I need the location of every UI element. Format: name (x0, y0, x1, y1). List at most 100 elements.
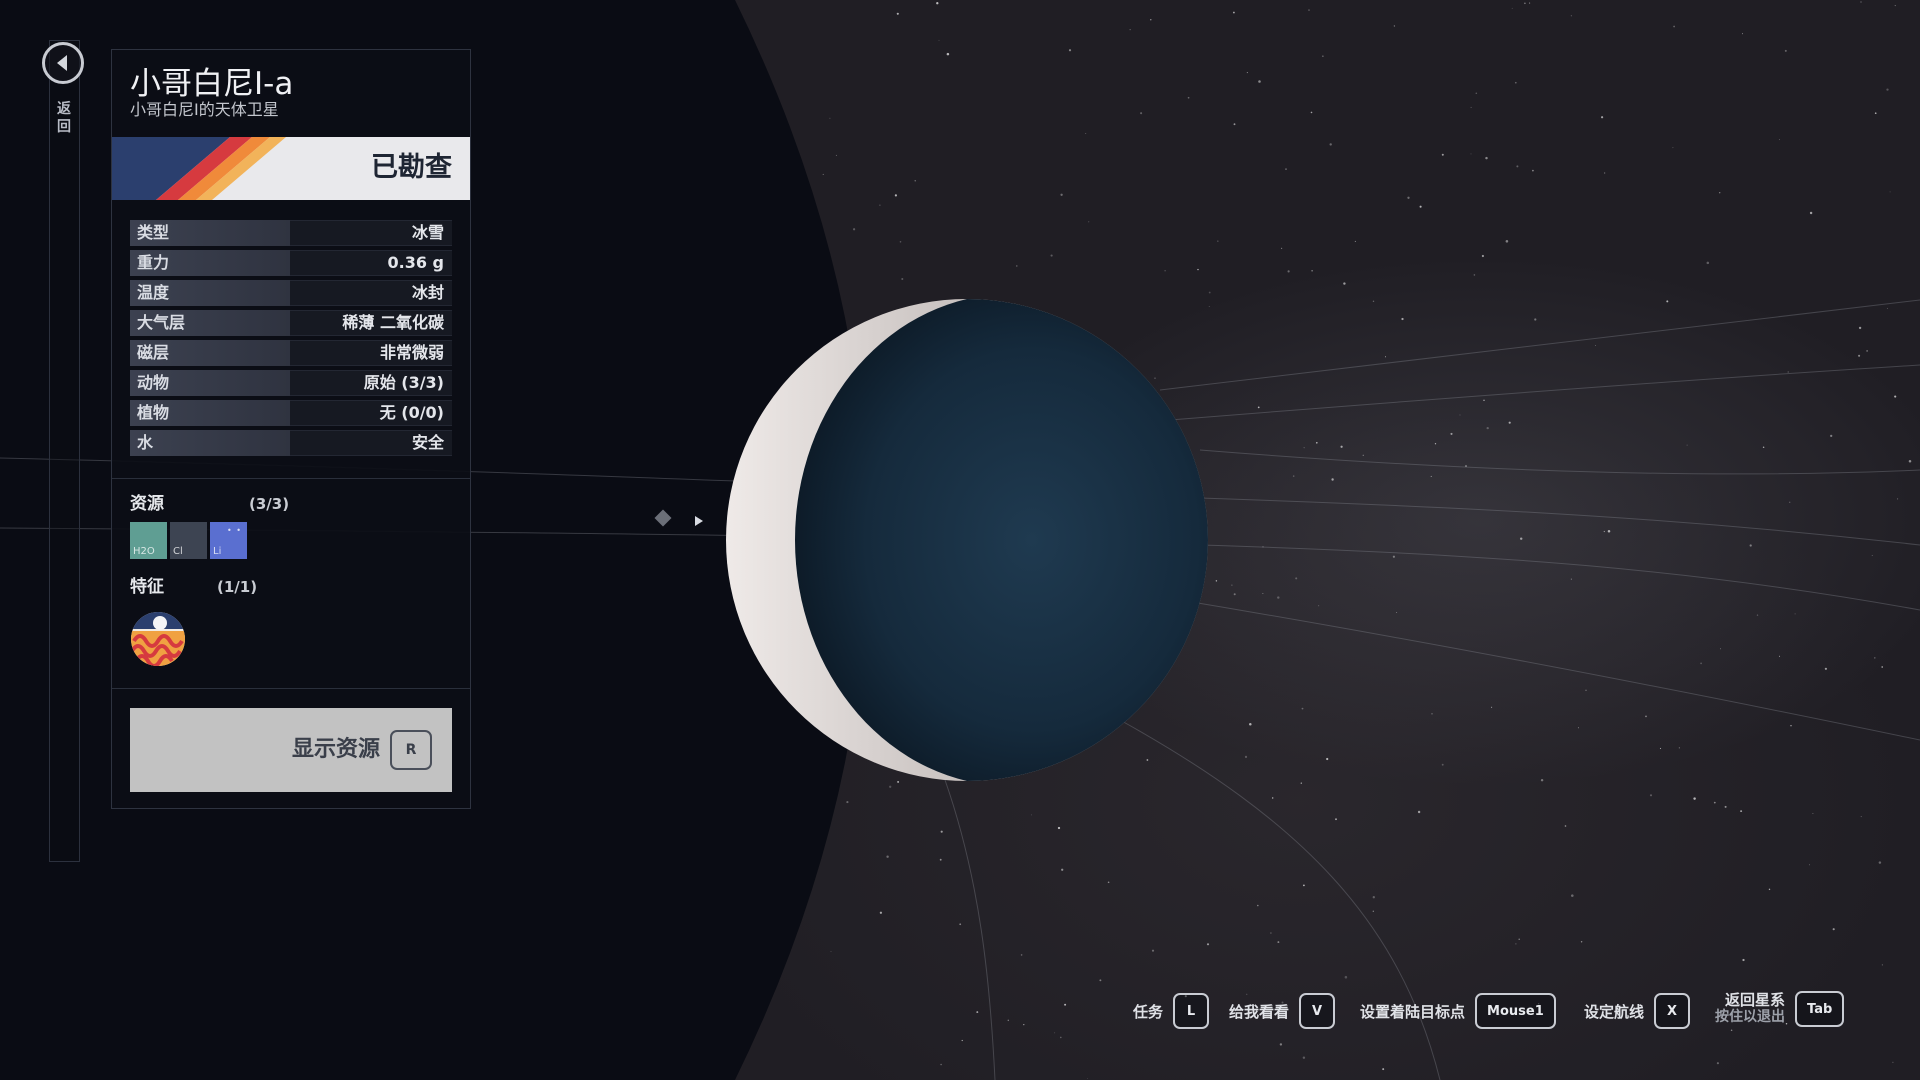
star (1244, 755, 1248, 758)
star (1459, 414, 1461, 416)
stat-row-gravity: 重力 0.36 g (130, 250, 452, 276)
star (1889, 191, 1891, 193)
stat-label: 植物 (130, 400, 290, 426)
back-label: 返回 (57, 101, 71, 135)
star (1258, 80, 1261, 83)
stat-value: 稀薄 二氧化碳 (290, 310, 452, 336)
star (1505, 240, 1509, 243)
star (1287, 270, 1290, 273)
star (1302, 884, 1305, 887)
star (1742, 33, 1744, 35)
star (1594, 345, 1596, 346)
star (1233, 123, 1236, 126)
hint-label: 任务 (1133, 1002, 1164, 1021)
star (1686, 444, 1688, 446)
star (1719, 648, 1721, 650)
hint-show-me[interactable]: 给我看看 V (1229, 993, 1336, 1029)
stat-value: 冰封 (290, 280, 452, 306)
star (1470, 153, 1472, 155)
star (1335, 818, 1337, 821)
star (835, 154, 837, 156)
resource-tile-h2o[interactable]: H2O (130, 522, 167, 559)
resources-list: H2O Cl • • Li (130, 522, 247, 559)
biome-trait-icon[interactable] (130, 611, 186, 667)
star (1475, 92, 1478, 95)
hint-return-to-system[interactable]: 返回星系 按住以退出 Tab (1715, 991, 1845, 1027)
star (939, 858, 942, 861)
star (1673, 25, 1675, 28)
stat-label: 磁层 (130, 340, 290, 366)
star (1886, 307, 1888, 309)
star (1150, 19, 1152, 21)
star (1057, 826, 1061, 830)
hint-set-course[interactable]: 设定航线 X (1584, 993, 1691, 1029)
resource-tile-cl[interactable]: Cl (170, 522, 207, 559)
traits-count: (1/1) (217, 578, 258, 596)
star (1187, 96, 1190, 99)
star (1808, 864, 1810, 866)
star (1217, 240, 1219, 242)
star (1256, 904, 1259, 907)
star (879, 204, 881, 206)
star (1392, 555, 1395, 558)
show-resources-button[interactable]: 显示资源 R (130, 708, 452, 792)
star (1645, 715, 1647, 718)
keybind-x: X (1654, 993, 1691, 1029)
star (1564, 825, 1567, 827)
hint-set-landing-target[interactable]: 设置着陆目标点 Mouse1 (1360, 993, 1556, 1029)
star (1197, 268, 1199, 271)
star (1301, 707, 1304, 710)
star (1054, 1032, 1056, 1034)
star (1577, 727, 1579, 729)
stat-label: 类型 (130, 220, 290, 246)
back-button[interactable] (42, 42, 84, 84)
chevron-left-icon (57, 55, 67, 71)
star (1272, 797, 1274, 799)
stat-row-temperature: 温度 冰封 (130, 280, 452, 306)
star (1570, 578, 1572, 580)
star (1340, 445, 1343, 448)
star (886, 855, 889, 858)
star (1326, 757, 1329, 761)
star (1246, 72, 1248, 74)
panel-divider (112, 688, 470, 689)
hint-sublabel: 按住以退出 (1715, 1009, 1785, 1025)
star (1285, 168, 1287, 170)
star (879, 911, 883, 914)
star (1129, 29, 1131, 31)
star (1322, 55, 1324, 57)
keybind-tab: Tab (1795, 991, 1845, 1027)
star (1208, 306, 1210, 307)
keybind-l: L (1173, 993, 1210, 1029)
star (1308, 9, 1310, 11)
star (1534, 318, 1537, 321)
star (1257, 406, 1260, 409)
star (1030, 814, 1032, 816)
star (1874, 112, 1877, 115)
hint-label: 返回星系 (1724, 991, 1785, 1009)
star (1300, 782, 1302, 784)
star (1881, 964, 1884, 966)
star (1060, 1036, 1062, 1039)
star (896, 12, 899, 15)
stat-row-atmosphere: 大气层 稀薄 二氧化碳 (130, 310, 452, 336)
star (1724, 805, 1727, 808)
star (940, 1063, 942, 1066)
keybind-v: V (1299, 993, 1336, 1029)
star (1693, 797, 1696, 800)
resources-count: (3/3) (249, 495, 290, 513)
star (1302, 1056, 1306, 1059)
star (1866, 350, 1868, 352)
star (899, 240, 902, 243)
star (1824, 667, 1828, 670)
star (914, 180, 916, 182)
hint-label: 设置着陆目标点 (1360, 1002, 1466, 1021)
star (1483, 399, 1485, 401)
resource-tile-li[interactable]: • • Li (210, 522, 247, 559)
star (1331, 478, 1334, 481)
star (1281, 247, 1283, 249)
hint-missions[interactable]: 任务 L (1133, 993, 1210, 1029)
star (976, 1011, 979, 1014)
star (1649, 794, 1653, 797)
star (1716, 1062, 1719, 1065)
